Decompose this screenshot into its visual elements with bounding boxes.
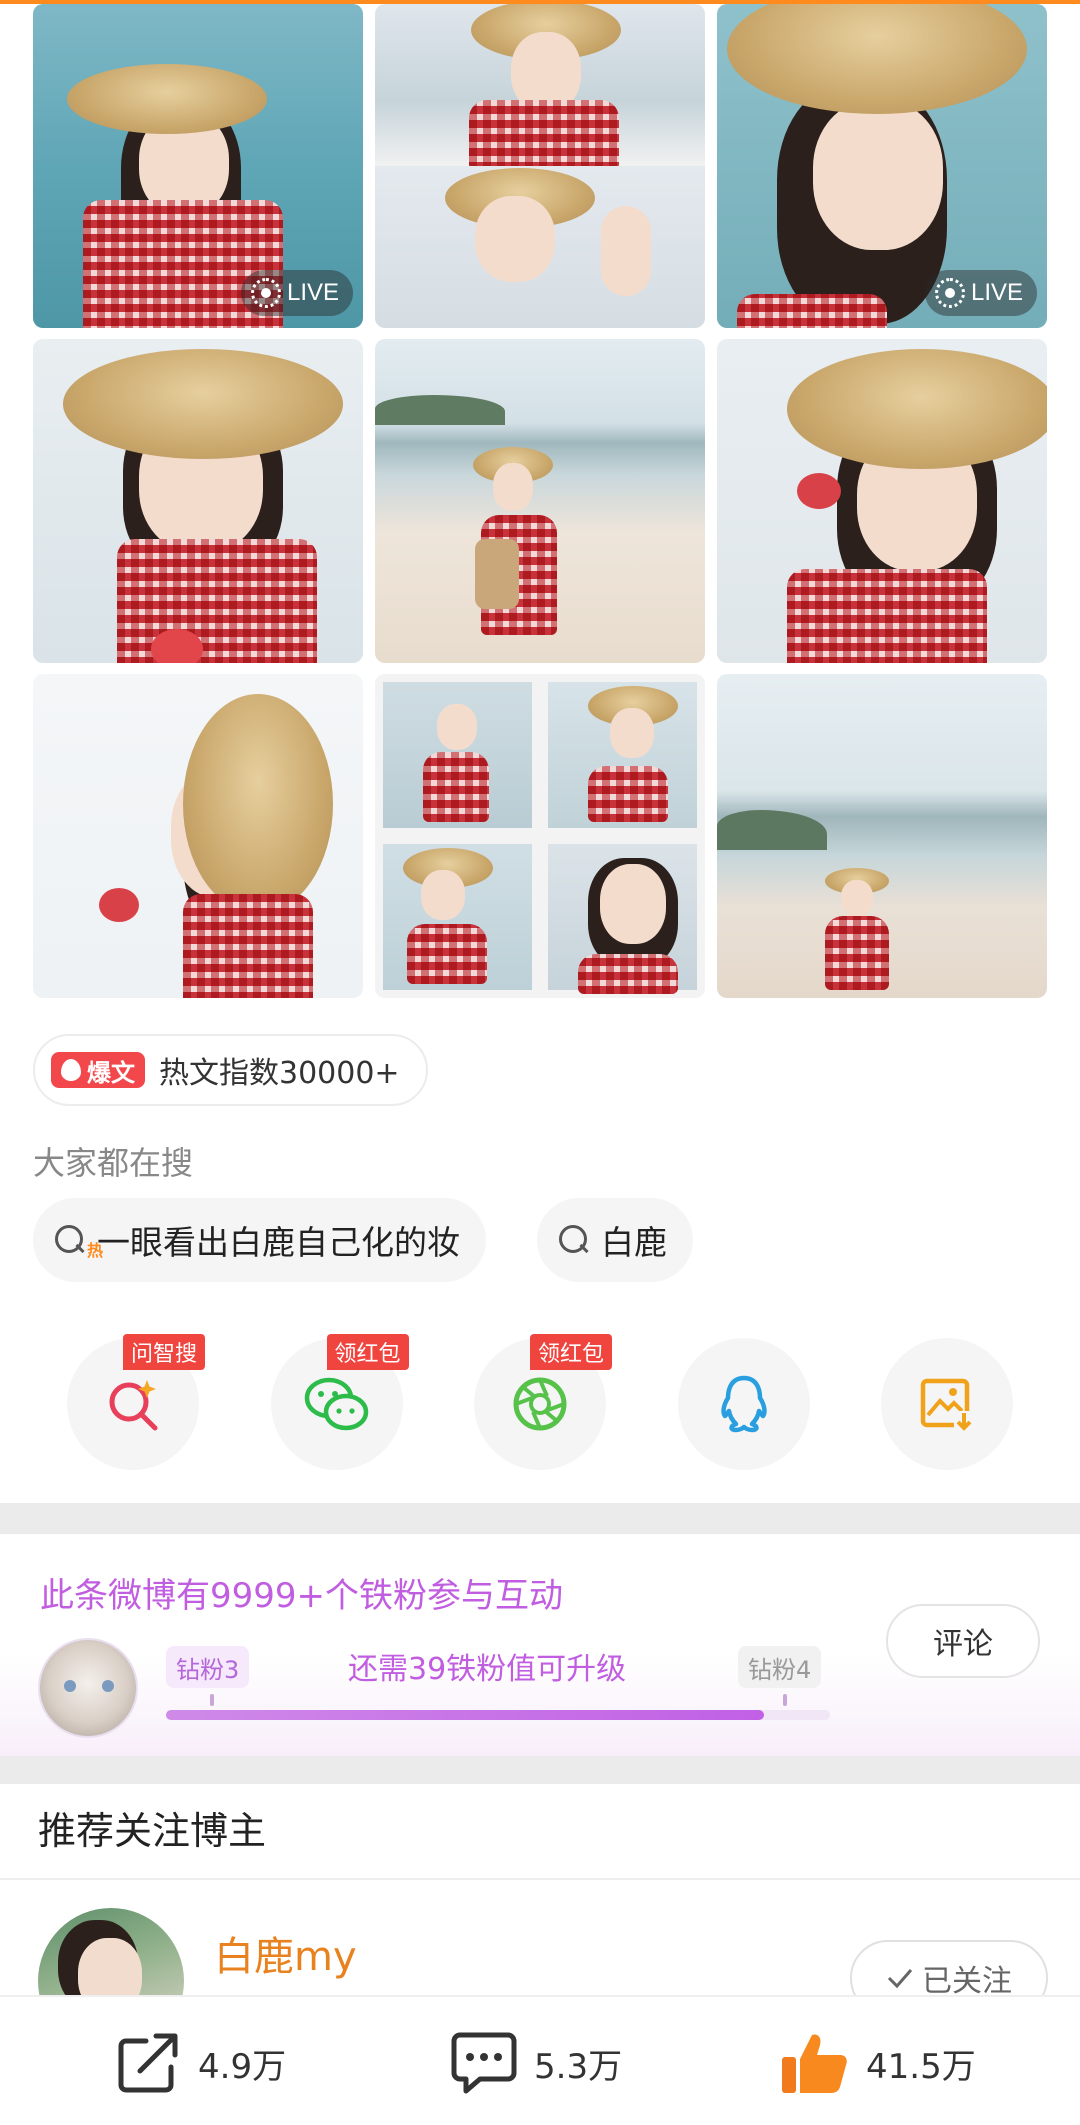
iron-fan-title: 此条微博有9999+个铁粉参与互动 <box>40 1576 564 1616</box>
fan-level-current: 钻粉3 <box>166 1646 250 1688</box>
share-badge: 领红包 <box>326 1334 409 1370</box>
thumbs-up-icon <box>782 2034 847 2093</box>
like-button[interactable]: 41.5万 <box>780 2031 976 2095</box>
fan-progress-fill <box>166 1710 764 1720</box>
save-image-icon <box>920 1378 974 1431</box>
fan-upgrade-hint: 还需39铁粉值可升级 <box>348 1652 627 1687</box>
photo-2[interactable] <box>375 4 705 328</box>
wechat-icon <box>304 1377 368 1431</box>
photo-6[interactable] <box>717 339 1047 663</box>
progress-tick <box>210 1694 214 1706</box>
iron-fan-section: 此条微博有9999+个铁粉参与互动 钻粉3 还需39铁粉值可升级 钻粉4 评论 <box>0 1534 1080 1756</box>
share-ai-search-button[interactable]: 问智搜 <box>67 1334 206 1470</box>
comment-button[interactable]: 评论 <box>886 1604 1040 1678</box>
section-divider <box>0 1756 1080 1784</box>
photo-9[interactable] <box>717 674 1047 998</box>
photo-grid: LIVE LIVE <box>33 4 1047 998</box>
share-qq-button[interactable] <box>677 1338 810 1470</box>
live-badge: LIVE <box>924 270 1037 316</box>
checkmark-icon <box>887 1969 913 1989</box>
blogger-name[interactable]: 白鹿my <box>214 1924 357 1982</box>
hot-index-text: 热文指数30000+ <box>159 1056 400 1091</box>
share-badge: 领红包 <box>530 1334 613 1370</box>
hot-article-tag: 爆文 <box>51 1052 145 1088</box>
hot-search-icon: 热 <box>53 1223 103 1260</box>
repost-button[interactable]: 4.9万 <box>116 2031 286 2095</box>
share-wechat-button[interactable]: 领红包 <box>270 1334 409 1470</box>
trending-search-chip[interactable]: 白鹿 <box>537 1198 693 1282</box>
trending-search-chip[interactable]: 热 一眼看出白鹿自己化的妆 <box>33 1198 486 1282</box>
photo-4[interactable] <box>33 339 363 663</box>
share-icon <box>118 2033 178 2093</box>
moments-icon <box>513 1377 567 1431</box>
comment-icon <box>451 2032 517 2094</box>
live-icon <box>934 278 965 308</box>
photo-3[interactable]: LIVE <box>717 4 1047 328</box>
photo-1[interactable]: LIVE <box>33 4 363 328</box>
photo-5[interactable] <box>375 339 705 663</box>
photo-8[interactable] <box>375 674 705 998</box>
share-badge: 问智搜 <box>123 1334 206 1370</box>
fan-progress-bar <box>166 1710 830 1720</box>
trending-search-title: 大家都在搜 <box>33 1144 194 1182</box>
divider <box>0 1878 1080 1880</box>
qq-icon <box>720 1375 767 1433</box>
bottom-action-bar: 4.9万 5.3万 41.5万 <box>0 1995 1080 2125</box>
flame-icon <box>61 1059 81 1081</box>
progress-tick <box>783 1694 787 1706</box>
fan-level-next: 钻粉4 <box>738 1646 822 1688</box>
live-icon <box>250 278 281 308</box>
ai-search-icon <box>109 1380 158 1431</box>
share-moments-button[interactable]: 领红包 <box>474 1334 613 1470</box>
avatar[interactable] <box>38 1638 138 1738</box>
weibo-post-page: LIVE LIVE 爆文 热文指数30000+ 大家都在搜 热 一眼看出白鹿自己… <box>0 0 1080 2125</box>
search-icon <box>557 1223 591 1257</box>
share-row: 问智搜 领红包 领红包 <box>67 1334 1013 1470</box>
comment-count-button[interactable]: 5.3万 <box>450 2031 622 2095</box>
photo-7[interactable] <box>33 674 363 998</box>
section-divider <box>0 1503 1080 1534</box>
recommend-title: 推荐关注博主 <box>38 1809 267 1853</box>
hot-index-chip[interactable]: 爆文 热文指数30000+ <box>33 1034 428 1106</box>
share-save-image-button[interactable] <box>881 1338 1013 1470</box>
live-badge: LIVE <box>240 270 353 316</box>
